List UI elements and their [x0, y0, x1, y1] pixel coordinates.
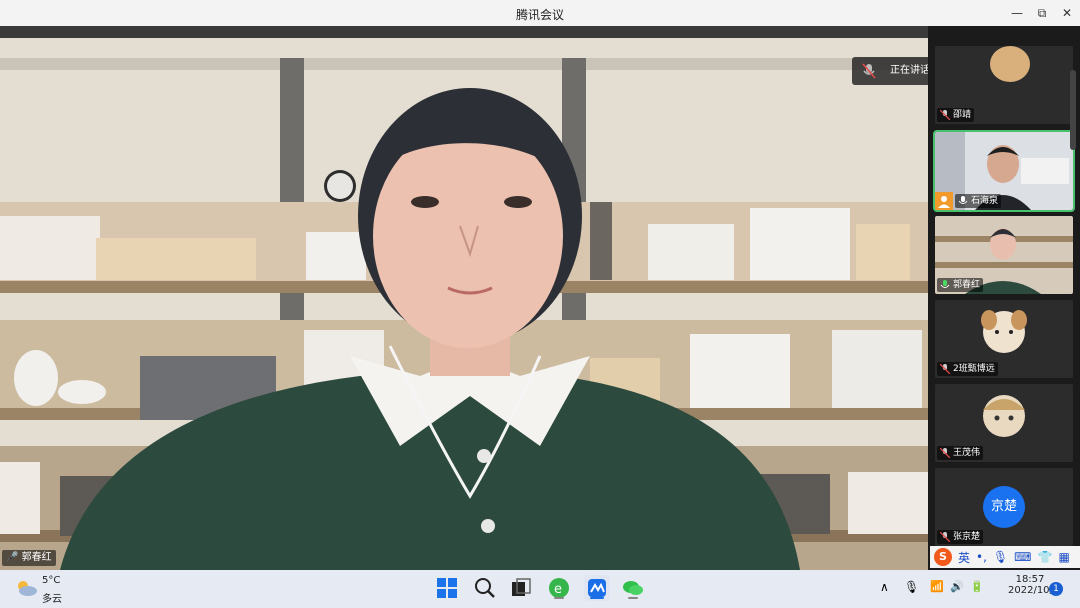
main-speaker-label: 🎤 郭春红 [2, 550, 56, 566]
ime-mode-toggle[interactable]: 英 [958, 549, 970, 566]
mic-muted-icon [940, 448, 950, 458]
main-video-feed[interactable]: 🎤 郭春红 [0, 26, 928, 570]
weather-widget[interactable]: 5°C 多云 [14, 574, 84, 605]
mic-muted-icon [862, 63, 876, 79]
running-indicator [554, 597, 564, 599]
restore-button[interactable]: ⧉ [1031, 3, 1053, 23]
running-indicator [590, 597, 604, 599]
participant-name-tag: 2班甄博远 [937, 362, 998, 376]
battery-icon[interactable]: 🔋 [970, 580, 984, 598]
clock-time: 18:57 [1015, 574, 1045, 585]
participant-name: 石海泉 [971, 196, 999, 206]
wifi-icon[interactable]: 📶 [930, 580, 944, 598]
mic-icon [940, 280, 950, 288]
initials-avatar: 京楚 [983, 486, 1025, 528]
title-bar: 腾讯会议 — ⧉ ✕ [0, 0, 1080, 26]
sidebar-scrollbar[interactable] [1070, 70, 1076, 150]
participant-sidebar: 邵靖 石海泉 郭春红 2班甄博远 王茂伟 京楚 张京楚 [928, 26, 1080, 570]
taskbar: 5°C 多云 e ∧ 🎙 📶 🔊 🔋 18:57 2022/10/7 1 [0, 570, 1080, 608]
participant-name-tag: 石海泉 [955, 194, 1002, 208]
toolbox-icon[interactable]: ▦ [1058, 550, 1069, 564]
window-title: 腾讯会议 [515, 8, 564, 22]
svg-text:e: e [554, 582, 562, 597]
participant-name-tag: 张京楚 [937, 530, 984, 544]
microphone-tray-icon[interactable]: 🎙 [904, 580, 919, 598]
participant-name-tag: 王茂伟 [937, 446, 984, 460]
minimize-button[interactable]: — [1006, 3, 1028, 23]
tencent-meeting-taskbar-icon[interactable] [584, 575, 610, 601]
mic-icon: 🎤 [6, 552, 19, 563]
participant-name: 王茂伟 [953, 448, 981, 458]
ime-punct-toggle[interactable]: •, [976, 550, 987, 564]
participant-name: 张京楚 [953, 532, 981, 542]
start-icon[interactable] [434, 575, 460, 601]
sogou-logo-icon[interactable]: S [934, 548, 952, 566]
weather-condition: 多云 [42, 594, 62, 605]
main-speaker-name: 郭春红 [21, 552, 52, 563]
participant-name-tag: 邵靖 [937, 108, 975, 122]
mic-muted-icon [940, 364, 950, 374]
weather-temp: 5°C [42, 575, 61, 586]
participant-tile[interactable]: 郭春红 [935, 216, 1073, 294]
host-icon [935, 192, 953, 210]
search-icon[interactable] [472, 575, 498, 601]
clock-date: 2022/10/7 [1008, 585, 1060, 596]
participant-tile[interactable]: 石海泉 [933, 130, 1075, 212]
participant-tile[interactable]: 王茂伟 [935, 384, 1073, 462]
participant-name: 2班甄博远 [953, 364, 995, 374]
mic-muted-icon [940, 110, 950, 120]
task-view-icon[interactable] [508, 575, 534, 601]
ime-toolbar: S 英 •, 🎙 ⌨ 👕 ▦ [930, 546, 1080, 568]
skin-icon[interactable]: 👕 [1037, 550, 1052, 564]
wechat-taskbar-icon[interactable] [620, 575, 646, 601]
close-button[interactable]: ✕ [1056, 3, 1078, 23]
volume-icon[interactable]: 🔊 [950, 580, 964, 598]
show-hidden-icons-chevron-icon[interactable]: ∧ [880, 580, 889, 598]
system-clock[interactable]: 18:57 2022/10/7 [1008, 574, 1060, 596]
voice-input-icon[interactable]: 🎙 [993, 550, 1008, 564]
meeting-window: 腾讯会议 — ⧉ ✕ 🎤 郭春红 正在讲话: 邵靖 石海泉 郭春红 2班甄博远 … [0, 0, 1080, 570]
participant-name: 郭春红 [953, 280, 981, 290]
participant-tile[interactable]: 京楚 张京楚 [935, 468, 1073, 546]
mic-muted-icon [940, 532, 950, 542]
edge-browser-icon[interactable]: e [546, 575, 572, 601]
cloudy-weather-icon [18, 581, 37, 596]
keyboard-icon[interactable]: ⌨ [1014, 550, 1031, 564]
participant-tile[interactable]: 邵靖 [935, 46, 1073, 124]
notification-badge[interactable]: 1 [1049, 582, 1063, 596]
main-video-image [0, 26, 928, 570]
participant-name-tag: 郭春红 [937, 278, 984, 292]
mic-icon [958, 196, 968, 204]
participant-name: 邵靖 [953, 110, 972, 120]
participant-tile[interactable]: 2班甄博远 [935, 300, 1073, 378]
running-indicator [628, 597, 638, 599]
